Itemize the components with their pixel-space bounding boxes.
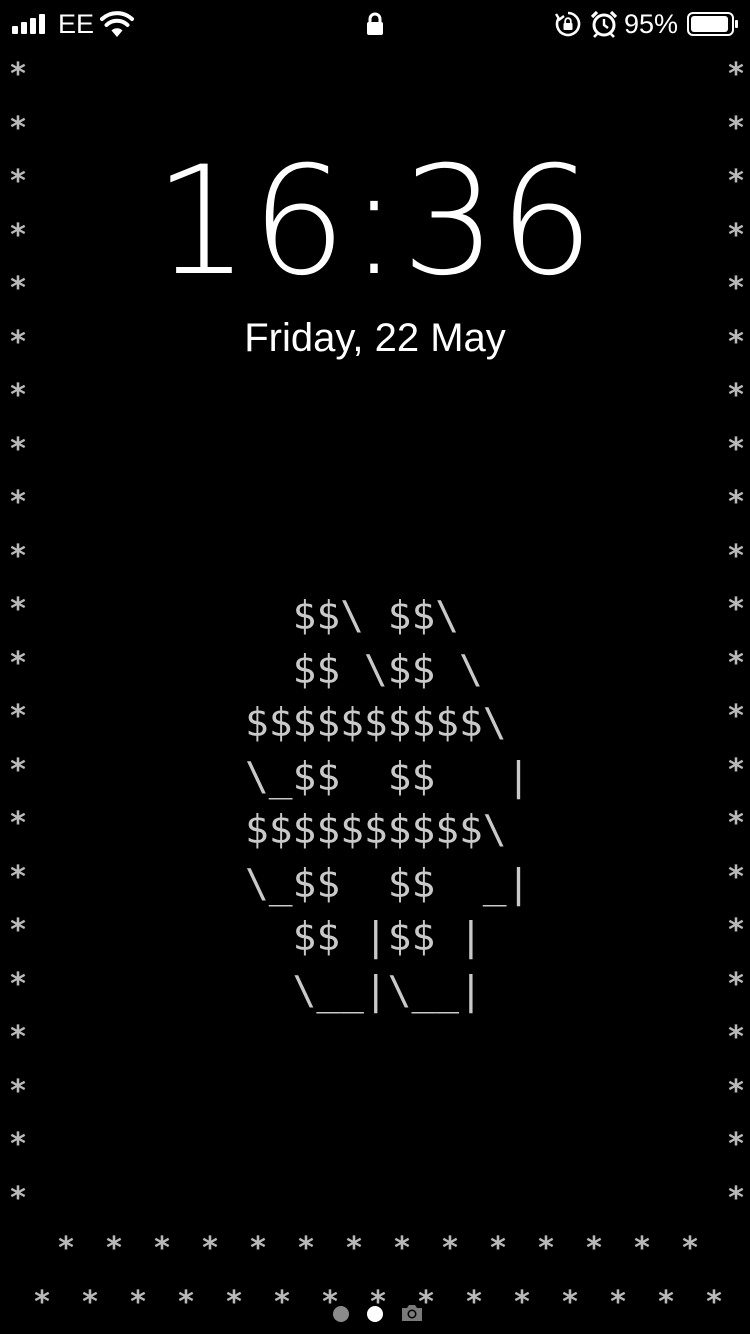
camera-icon[interactable] [400,1302,424,1324]
border-star-right: * [726,1020,746,1055]
border-star-right: * [726,645,746,681]
border-star-left: * [8,538,28,574]
rotation-lock-icon [555,11,581,37]
lock-icon [367,12,383,35]
lock-screen-time: 16:36 [153,135,597,309]
page-dot-1[interactable] [333,1306,349,1322]
border-star-left: * [8,592,28,627]
border-star-bottom: * [392,1231,412,1266]
border-star-bottom: * [656,1285,676,1320]
border-star-left: * [8,806,28,841]
border-star-bottom: * [128,1285,148,1320]
border-star-right: * [726,431,746,467]
border-star-bottom: * [104,1231,124,1266]
border-star-left: * [8,57,28,92]
border-star-bottom: * [584,1231,604,1266]
border-star-left: * [8,378,28,413]
border-star-bottom: * [560,1285,580,1320]
border-star-bottom: * [464,1285,484,1320]
border-star-bottom: * [56,1231,76,1266]
border-star-bottom: * [248,1231,268,1266]
page-dot-2-active[interactable] [367,1306,383,1322]
border-star-bottom: * [704,1285,724,1320]
border-star-bottom: * [680,1231,700,1266]
border-star-left: * [8,859,28,895]
border-star-bottom: * [200,1231,220,1266]
border-star-bottom: * [512,1285,532,1320]
border-star-bottom: * [488,1231,508,1266]
border-star-right: * [726,110,746,146]
border-star-bottom: * [344,1231,364,1266]
lock-screen-date: Friday, 22 May [244,316,506,360]
border-star-bottom: * [272,1285,292,1320]
border-star-left: * [8,1127,28,1162]
border-star-left: * [8,1073,28,1109]
border-star-right: * [726,913,746,948]
border-star-right: * [726,538,746,574]
border-star-right: * [726,806,746,841]
border-star-right: * [726,378,746,413]
border-star-right: * [726,485,746,520]
border-star-left: * [8,110,28,146]
wallpaper-ascii-art: $$\ $$\ $$ \$$ \ $$$$$$$$$$\ \_$$ $$ | $… [245,593,531,1014]
border-star-bottom: * [32,1285,52,1320]
border-star-left: * [8,966,28,1002]
border-star-bottom: * [176,1285,196,1320]
status-bar: EE 95% [0,0,750,48]
border-star-right: * [726,966,746,1002]
border-star-left: * [8,431,28,467]
border-star-left: * [8,645,28,681]
border-star-right: * [726,699,746,734]
border-star-bottom: * [632,1231,652,1266]
carrier-label: EE [58,9,95,39]
page-indicator[interactable] [330,1302,430,1326]
border-star-left: * [8,699,28,734]
border-star-bottom: * [152,1231,172,1266]
border-star-left: * [8,913,28,948]
border-star-bottom: * [296,1231,316,1266]
border-star-left: * [8,752,28,788]
border-star-right: * [726,752,746,788]
border-star-left: * [8,485,28,520]
border-star-right: * [726,1127,746,1162]
wifi-icon [100,11,134,37]
border-star-bottom: * [224,1285,244,1320]
battery-icon [687,12,738,36]
alarm-icon [590,10,618,38]
border-star-left: * [8,1020,28,1055]
border-star-bottom: * [440,1231,460,1266]
border-star-left: * [8,1180,28,1216]
border-star-right: * [726,592,746,627]
border-star-bottom: * [80,1285,100,1320]
border-star-right: * [726,859,746,895]
border-star-bottom: * [536,1231,556,1266]
signal-icon [12,14,50,34]
border-star-right: * [726,1180,746,1216]
border-star-right: * [726,1073,746,1109]
battery-percent: 95% [624,9,679,39]
border-star-bottom: * [608,1285,628,1320]
border-star-right: * [726,57,746,92]
